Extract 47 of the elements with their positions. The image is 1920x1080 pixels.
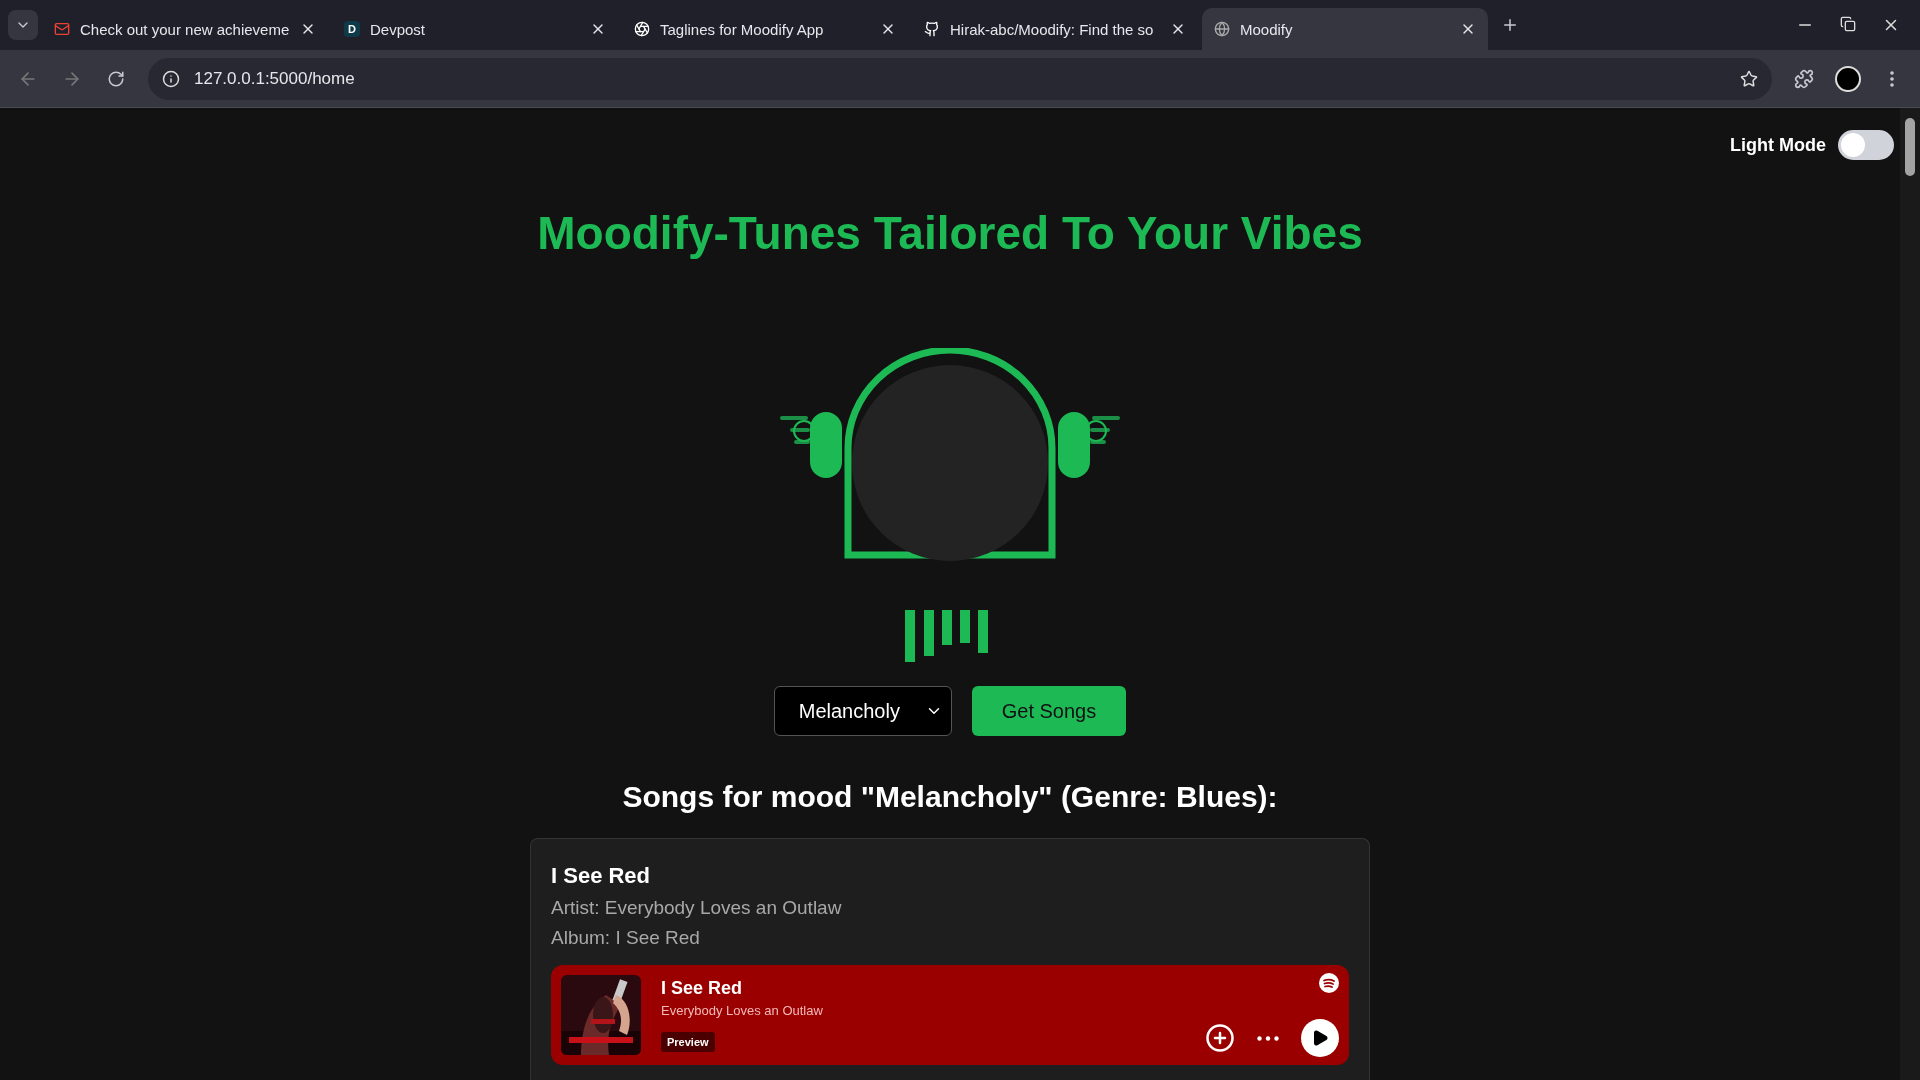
browser-tab[interactable]: Moodify	[1202, 8, 1488, 50]
tab-search-button[interactable]	[8, 10, 38, 40]
toggle-label: Light Mode	[1730, 134, 1826, 156]
reload-icon	[107, 69, 125, 88]
tab-favicon: D	[344, 21, 360, 37]
tab-title: Check out your new achieveme	[80, 20, 290, 38]
spotify-icon	[1319, 973, 1339, 993]
restore-icon[interactable]	[1840, 16, 1856, 32]
song-title: I See Red	[551, 863, 652, 889]
aperture-icon	[634, 21, 650, 37]
browser-tab[interactable]: Hirak-abc/Moodify: Find the so	[912, 8, 1198, 50]
mail-icon	[54, 21, 70, 37]
preview-badge: Preview	[661, 1032, 715, 1052]
light-mode-switch[interactable]	[1838, 130, 1894, 160]
tab-title: Hirak-abc/Moodify: Find the so	[950, 20, 1155, 38]
add-button[interactable]	[1205, 1023, 1235, 1053]
tab-title: Devpost	[370, 20, 427, 38]
browser-tab[interactable]: Check out your new achieveme	[42, 8, 328, 50]
browser-tab[interactable]: D Devpost	[332, 8, 618, 50]
url-text: 127.0.0.1:5000/home	[194, 68, 356, 89]
play-icon	[1311, 1029, 1329, 1047]
player-artist: Everybody Loves an Outlaw	[661, 1003, 824, 1018]
github-icon	[924, 21, 940, 37]
ellipsis-icon	[1257, 1035, 1279, 1041]
mood-select[interactable]: Melancholy	[773, 686, 952, 736]
artist-text: Artist: Everybody Loves an Outlaw	[551, 897, 843, 919]
album-text: Album: I See Red	[551, 927, 701, 949]
scrollbar[interactable]	[1900, 108, 1920, 1080]
page-title: Moodify-Tunes Tailored To Your Vibes	[537, 206, 1363, 260]
puzzle-icon	[1794, 68, 1814, 89]
more-button[interactable]	[1257, 1035, 1279, 1041]
info-icon[interactable]	[162, 69, 180, 88]
globe-icon	[1214, 21, 1230, 37]
avatar-icon	[1835, 65, 1861, 92]
bookmark-star-icon[interactable]	[1740, 69, 1758, 88]
more-vertical-icon	[1890, 70, 1894, 87]
get-songs-button[interactable]: Get Songs	[971, 686, 1127, 736]
player-track-title: I See Red	[661, 978, 744, 999]
browser-tab[interactable]: Taglines for Moodify App	[622, 8, 908, 50]
tab-title: Moodify	[1240, 20, 1294, 38]
tab-title: Taglines for Moodify App	[660, 20, 825, 38]
play-button[interactable]	[1301, 1019, 1339, 1057]
address-bar[interactable]: 127.0.0.1:5000/home	[148, 57, 1772, 100]
results-heading: Songs for mood "Melancholy" (Genre: Blues):	[622, 780, 1278, 814]
plus-icon	[1501, 16, 1519, 34]
select-value: Melancholy	[798, 699, 900, 723]
plus-circle-icon	[1205, 1023, 1235, 1053]
